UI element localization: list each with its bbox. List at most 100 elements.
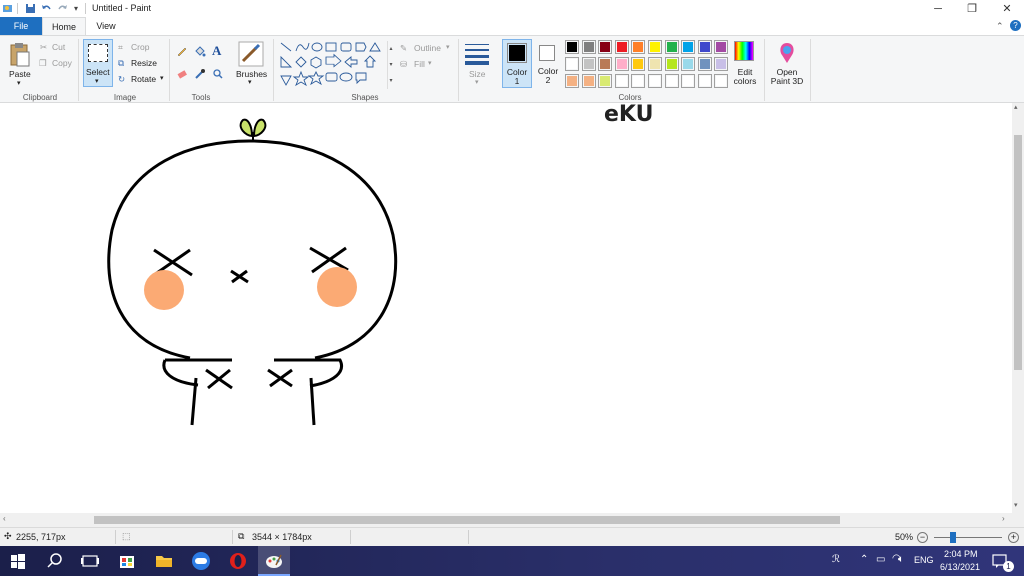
scroll-left-icon[interactable]: ‹ [3,514,6,523]
open-paint3d-button[interactable]: Open Paint 3D [768,68,806,86]
palette-swatch[interactable] [648,57,662,71]
palette-swatch[interactable] [648,40,662,54]
color2-button[interactable]: Color 2 [535,39,563,88]
shapes-scroll[interactable]: ▴ ▾ ▾ [387,41,394,89]
palette-swatch[interactable] [614,57,629,71]
edit-colors-icon[interactable] [734,41,754,61]
palette-swatch[interactable] [614,40,629,54]
horizontal-scroll-thumb[interactable] [94,516,840,524]
palette-swatch[interactable] [697,74,712,88]
brushes-label[interactable]: Brushes [236,69,267,79]
paint-taskbar-button[interactable] [258,546,290,576]
restore-button[interactable]: ❐ [955,0,989,17]
edit-colors-button[interactable]: Edit colors [732,68,758,86]
palette-swatch[interactable] [581,40,596,54]
help-icon[interactable]: ? [1010,20,1021,31]
palette-swatch[interactable] [697,40,712,54]
zoom-in-button[interactable]: + [1008,532,1019,543]
tab-home[interactable]: Home [42,17,86,35]
scroll-right-icon[interactable]: › [1002,514,1005,523]
task-view-icon[interactable] [80,551,100,571]
minimize-button[interactable]: ─ [921,0,955,17]
cut-button[interactable]: Cut [52,42,65,52]
search-icon[interactable] [45,551,65,571]
file-explorer-icon[interactable] [154,551,174,571]
fill-bucket-icon[interactable] [194,45,206,57]
zoom-slider-track[interactable] [934,537,1002,538]
outline-button[interactable]: Outline [414,43,441,53]
close-button[interactable]: ✕ [990,0,1024,17]
volume-icon[interactable]: 🔈︎ [898,554,904,565]
paste-icon[interactable] [9,42,31,68]
palette-swatch[interactable] [565,57,579,71]
palette-swatch[interactable] [565,40,579,54]
size-dropdown-icon[interactable]: ▾ [475,78,479,86]
palette-swatch[interactable] [681,74,696,88]
palette-swatch[interactable] [631,40,646,54]
redo-icon[interactable] [57,3,68,14]
vertical-scrollbar[interactable]: ▴ ▾ [1012,103,1024,513]
drawing-canvas[interactable]: eKU [0,103,1012,513]
crop-button[interactable]: Crop [131,42,149,52]
opera-browser-icon[interactable] [228,551,248,571]
color1-button[interactable]: Color 1 [502,39,532,88]
palette-swatch[interactable] [714,57,729,71]
store-app-icon[interactable] [117,551,137,571]
pencil-icon[interactable] [176,45,188,57]
text-tool-icon[interactable]: A [212,43,221,59]
windows-start-icon[interactable] [8,551,28,571]
zalo-app-icon[interactable] [191,551,211,571]
fill-dropdown-icon[interactable]: ▾ [428,59,432,67]
scroll-down-icon[interactable]: ▾ [1014,501,1018,509]
palette-swatch[interactable] [631,74,646,88]
customize-qa-icon[interactable]: ▾ [74,4,78,13]
people-icon[interactable]: ℛ [832,554,840,565]
palette-swatch[interactable] [664,40,679,54]
copy-button[interactable]: Copy [52,58,72,68]
eraser-icon[interactable] [176,68,188,80]
horizontal-scrollbar[interactable]: ‹ › [0,513,1012,527]
paste-label[interactable]: Paste [9,69,31,79]
color-picker-icon[interactable] [194,68,206,80]
select-button[interactable]: Select ▾ [83,39,113,87]
magnifier-icon[interactable] [212,68,224,80]
shapes-gallery[interactable] [279,41,387,91]
outline-dropdown-icon[interactable]: ▾ [446,43,450,51]
palette-swatch[interactable] [565,74,579,88]
show-hidden-icons[interactable]: ⌃ [860,554,868,565]
paint-app-icon[interactable] [2,3,13,14]
palette-swatch[interactable] [681,57,696,71]
palette-swatch[interactable] [664,57,679,71]
palette-swatch[interactable] [598,57,613,71]
palette-swatch[interactable] [631,57,646,71]
rotate-button[interactable]: Rotate [131,74,156,84]
palette-swatch[interactable] [664,74,679,88]
zoom-out-button[interactable]: − [917,532,928,543]
brushes-dropdown-icon[interactable]: ▾ [248,78,252,86]
scroll-up-icon[interactable]: ▴ [1014,103,1018,111]
clock-date[interactable]: 6/13/2021 [940,562,980,572]
fill-button[interactable]: Fill [414,59,425,69]
palette-swatch[interactable] [648,74,662,88]
palette-swatch[interactable] [697,57,712,71]
paint3d-icon[interactable] [776,41,798,65]
palette-swatch[interactable] [614,74,629,88]
size-icon[interactable] [465,42,491,66]
palette-swatch[interactable] [714,40,729,54]
undo-icon[interactable] [41,3,52,14]
tab-file[interactable]: File [0,17,42,35]
brushes-icon[interactable] [238,41,264,67]
clock-time[interactable]: 2:04 PM [944,549,978,559]
zoom-slider-thumb[interactable] [950,532,956,543]
tab-view[interactable]: View [86,17,126,35]
palette-swatch[interactable] [598,74,613,88]
save-icon[interactable] [25,3,36,14]
language-indicator[interactable]: ENG [914,555,934,565]
minimize-ribbon-icon[interactable]: ⌃ [996,21,1004,32]
palette-swatch[interactable] [681,40,696,54]
paste-dropdown-icon[interactable]: ▾ [17,79,21,87]
battery-icon[interactable]: ▭ [876,554,885,565]
resize-button[interactable]: Resize [131,58,157,68]
palette-swatch[interactable] [714,74,729,88]
palette-swatch[interactable] [581,57,596,71]
